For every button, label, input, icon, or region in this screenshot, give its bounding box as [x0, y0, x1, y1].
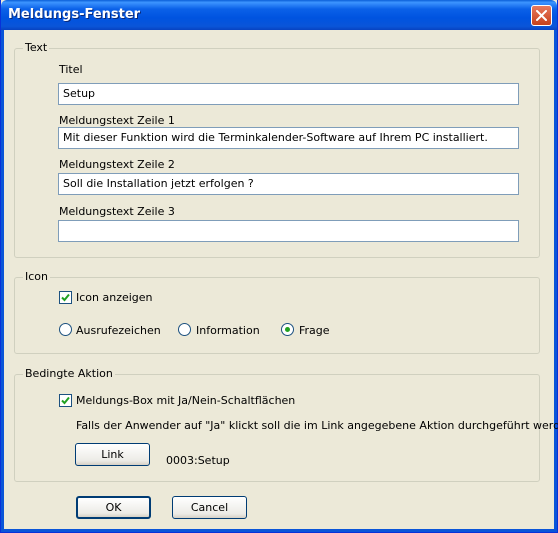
radio-ausrufezeichen[interactable]: [59, 323, 72, 336]
ok-button[interactable]: OK: [76, 496, 151, 519]
radio-ausrufezeichen-label[interactable]: Ausrufezeichen: [76, 324, 161, 337]
close-icon: [536, 10, 547, 21]
text-group-label: Text: [23, 41, 50, 54]
link-button[interactable]: Link: [75, 443, 150, 466]
radio-information-label[interactable]: Information: [196, 324, 260, 337]
window-title: Meldungs-Fenster: [8, 7, 141, 22]
check-icon: [61, 293, 70, 302]
window-frame-left: [1, 30, 4, 532]
icon-group-label: Icon: [23, 270, 50, 283]
check-icon: [61, 396, 70, 405]
dialog-window: Meldungs-Fenster Text Titel Setup Meldun…: [0, 0, 558, 533]
titel-field[interactable]: Setup: [58, 83, 519, 105]
show-icon-checkbox[interactable]: [59, 291, 72, 304]
icon-group: Icon: [14, 270, 540, 354]
link-value: 0003:Setup: [166, 454, 230, 467]
radio-selected-dot: [285, 327, 290, 332]
yes-no-label[interactable]: Meldungs-Box mit Ja/Nein-Schaltflächen: [76, 394, 295, 407]
action-description: Falls der Anwender auf "Ja" klickt soll …: [76, 419, 558, 432]
zeile1-field[interactable]: Mit dieser Funktion wird die Terminkalen…: [58, 127, 519, 149]
zeile3-field[interactable]: [58, 220, 519, 242]
cancel-button[interactable]: Cancel: [172, 496, 247, 519]
yes-no-checkbox[interactable]: [59, 394, 72, 407]
action-group-label: Bedingte Aktion: [23, 367, 115, 380]
title-bar[interactable]: Meldungs-Fenster: [1, 0, 557, 30]
titel-label: Titel: [59, 63, 83, 76]
show-icon-label[interactable]: Icon anzeigen: [76, 291, 153, 304]
window-frame-right: [554, 30, 557, 532]
radio-frage[interactable]: [281, 323, 294, 336]
zeile2-field[interactable]: Soll die Installation jetzt erfolgen ?: [58, 173, 519, 195]
window-frame-bottom: [1, 529, 557, 532]
radio-frage-label[interactable]: Frage: [299, 324, 330, 337]
zeile1-label: Meldungstext Zeile 1: [59, 114, 175, 127]
zeile3-label: Meldungstext Zeile 3: [59, 205, 175, 218]
close-button[interactable]: [531, 5, 552, 26]
zeile2-label: Meldungstext Zeile 2: [59, 158, 175, 171]
radio-information[interactable]: [178, 323, 191, 336]
